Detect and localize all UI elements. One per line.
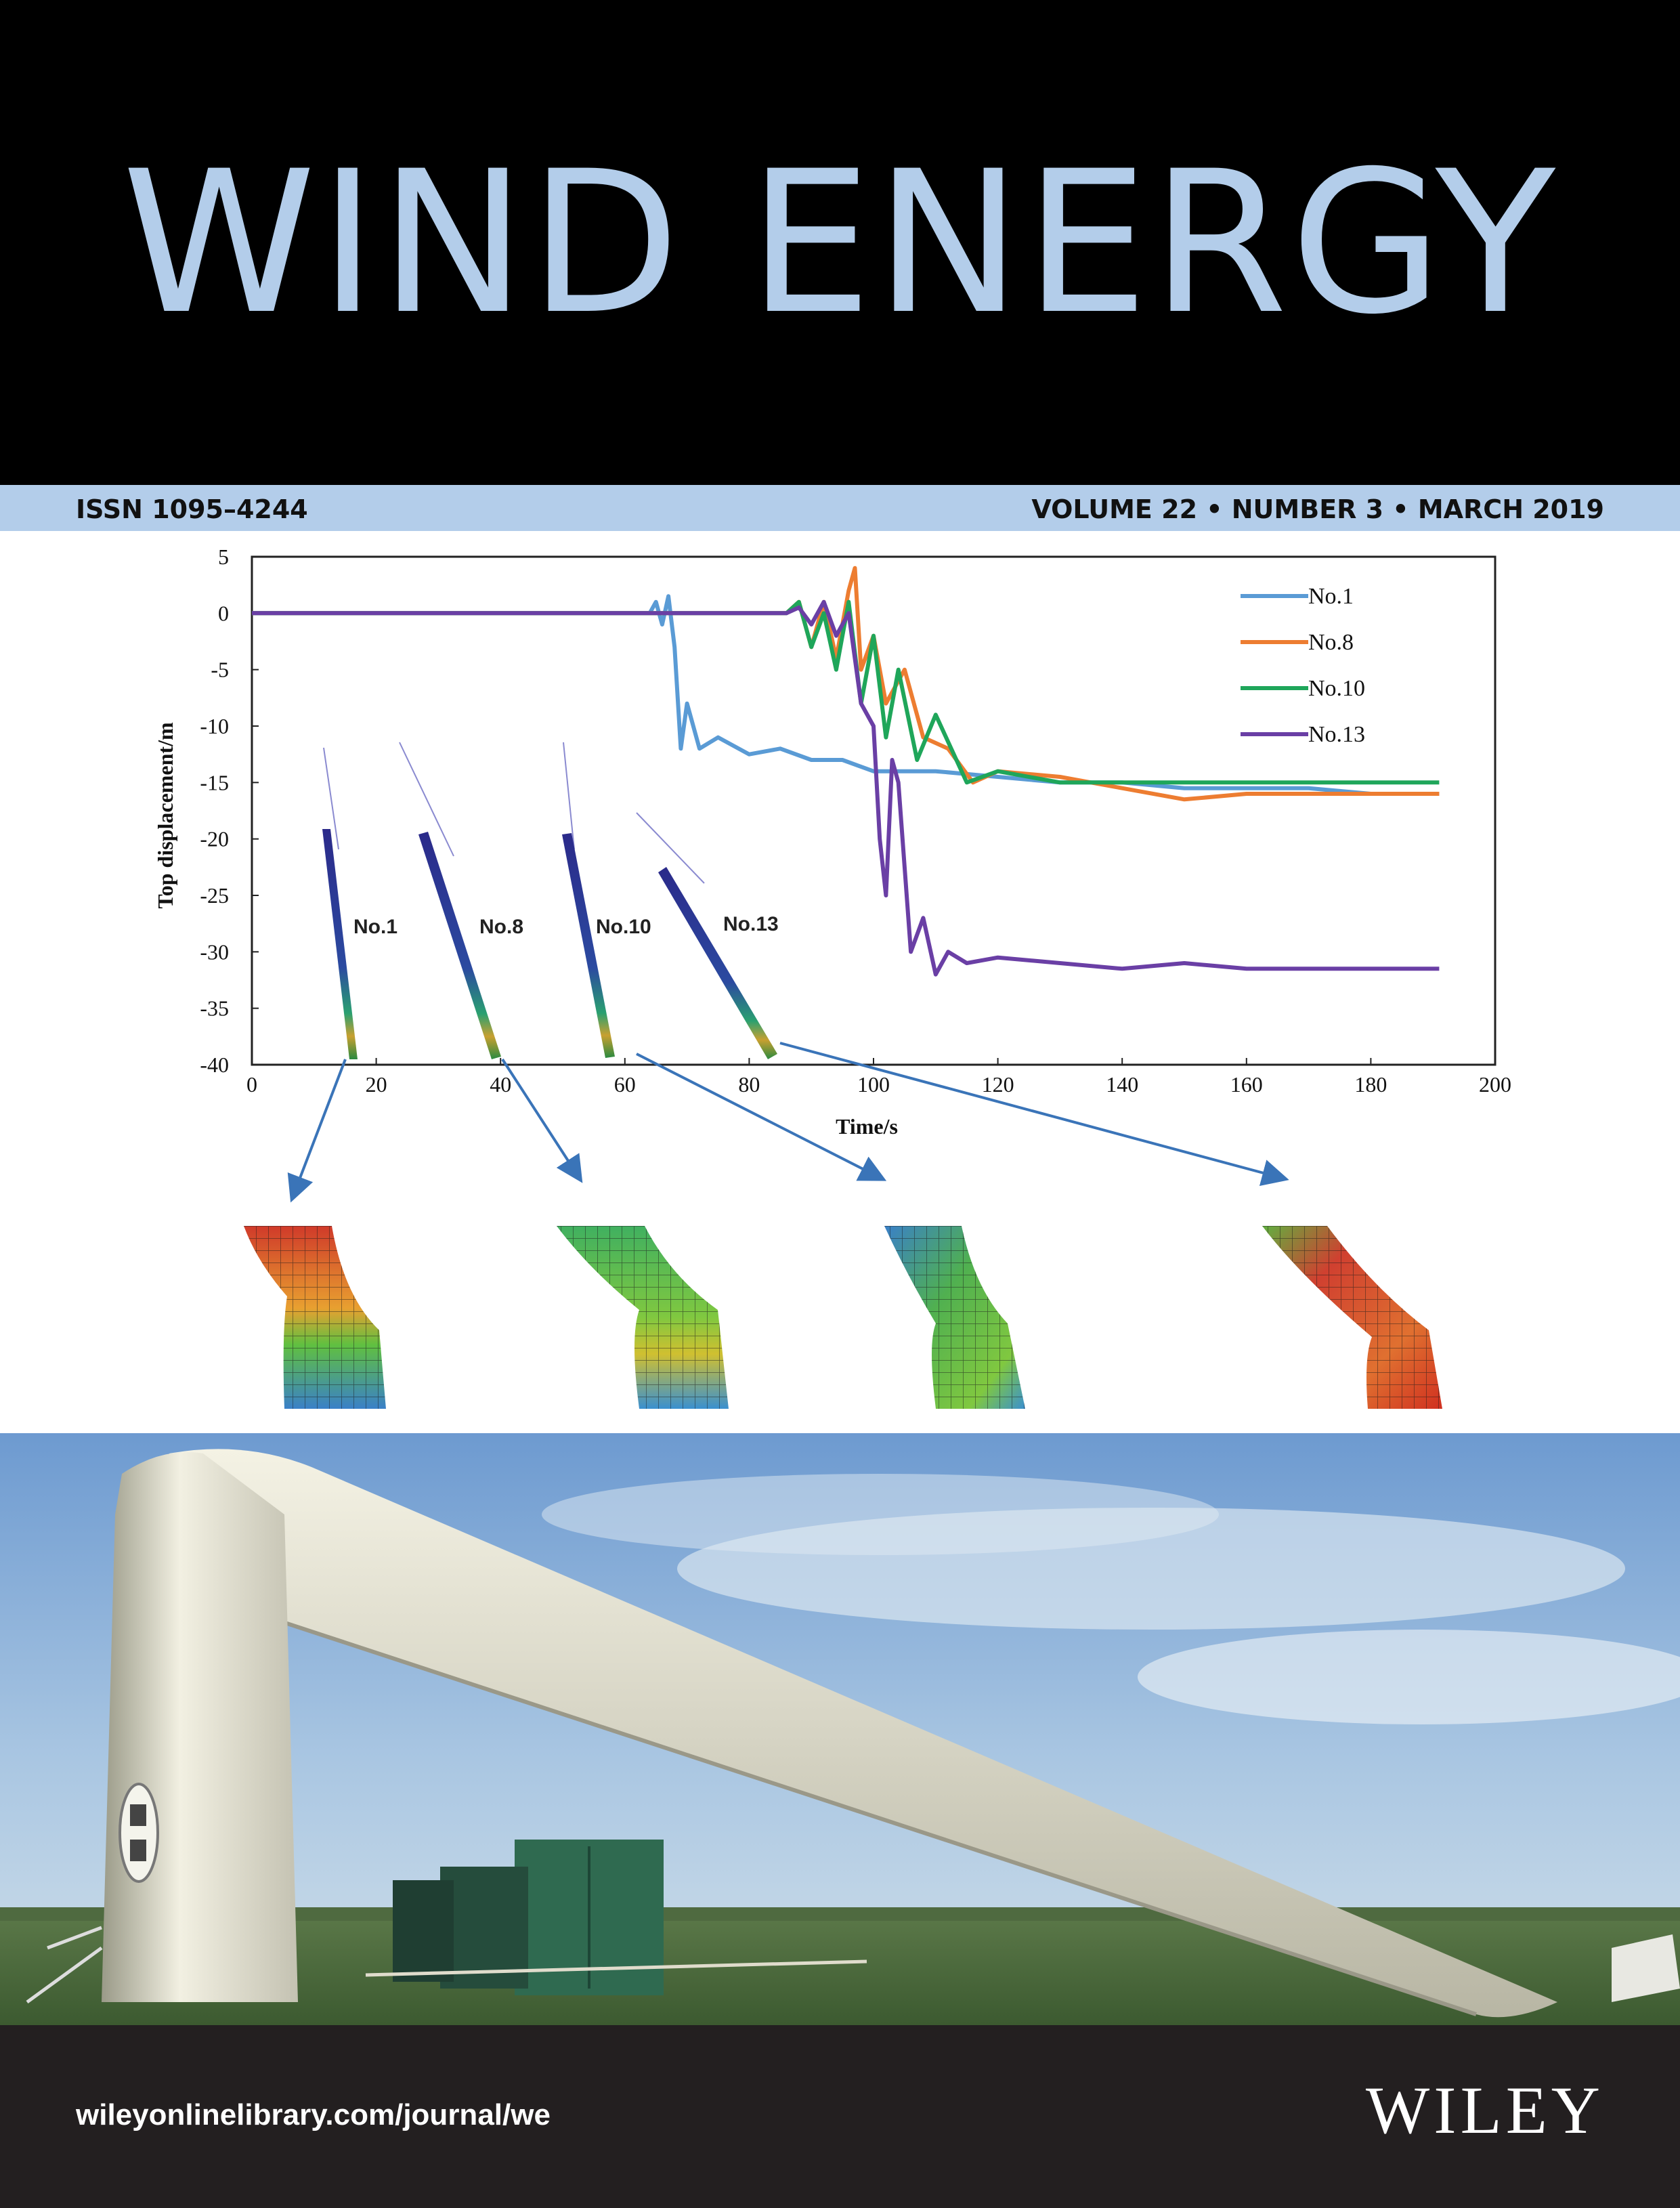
issn-label: ISSN 1095–4244 (76, 494, 308, 524)
issue-bar: ISSN 1095–4244 VOLUME 22 • NUMBER 3 • MA… (0, 485, 1680, 531)
x-tick-label: 160 (1230, 1072, 1263, 1097)
callout-arrow-no1 (287, 1059, 347, 1203)
y-tick-label: -30 (200, 939, 229, 964)
x-tick-label: 0 (246, 1072, 257, 1097)
tower-illustration-no1: No.1 (322, 747, 397, 1059)
tower-illustration-no8: No.8 (399, 742, 523, 1059)
x-tick-label: 20 (366, 1072, 387, 1097)
journal-title: WIND ENERGY (121, 129, 1558, 358)
y-tick-label: -40 (200, 1053, 229, 1077)
displacement-chart: 5 0 -5 -10 -15 -20 -25 -30 -35 -40 0 20 40 60 80 100 12… (153, 545, 1511, 1409)
buckling-detail-no1 (244, 1226, 386, 1409)
tower-label-no13: No.13 (723, 913, 779, 935)
tower-illustration-no13: No.13 (636, 812, 779, 1059)
x-tick-label: 200 (1479, 1072, 1511, 1097)
y-tick-label: -20 (200, 827, 229, 851)
tower-label-no10: No.10 (596, 916, 651, 938)
x-tick-label: 100 (857, 1072, 890, 1097)
x-axis-label: Time/s (836, 1114, 898, 1139)
publisher-logo: WILEY (1365, 2073, 1604, 2148)
y-tick-label: -15 (200, 770, 229, 794)
series-line-no8 (252, 566, 1440, 802)
chart-legend: No.1 No.8 No.10 No.13 (1241, 584, 1365, 747)
callout-arrow-no13 (779, 1042, 1289, 1187)
journal-url-link[interactable]: wileyonlinelibrary.com/journal/we (76, 2098, 551, 2132)
tower-label-no8: No.8 (479, 916, 523, 938)
cover-figure: 5 0 -5 -10 -15 -20 -25 -30 -35 -40 0 20 40 60 80 100 12… (0, 531, 1680, 1433)
series-line-no10 (252, 599, 1440, 785)
collapsed-turbine-photo (0, 1433, 1680, 2025)
y-tick-label: -5 (211, 658, 229, 682)
x-tick-label: 80 (738, 1072, 760, 1097)
x-tick-label: 140 (1106, 1072, 1138, 1097)
legend-label: No.10 (1308, 676, 1365, 701)
footer: wileyonlinelibrary.com/journal/we WILEY (0, 2025, 1680, 2208)
legend-label: No.1 (1308, 584, 1354, 609)
x-tick-label: 120 (982, 1072, 1014, 1097)
buckling-detail-no10 (884, 1226, 1025, 1409)
y-axis: 5 0 -5 -10 -15 -20 -25 -30 -35 -40 (200, 545, 259, 1077)
issue-info: VOLUME 22 • NUMBER 3 • MARCH 2019 (1031, 494, 1604, 524)
series-group (252, 566, 1440, 977)
y-tick-label: -25 (200, 883, 229, 908)
y-tick-label: 0 (218, 601, 229, 625)
legend-label: No.8 (1308, 630, 1354, 655)
legend-label: No.13 (1308, 722, 1365, 747)
buckling-detail-no13 (1262, 1226, 1442, 1409)
x-tick-label: 180 (1354, 1072, 1387, 1097)
x-tick-label: 60 (614, 1072, 636, 1097)
y-axis-label: Top displacement/m (153, 722, 177, 909)
tower-illustration-no10: No.10 (562, 742, 651, 1058)
y-tick-label: -35 (200, 996, 229, 1021)
masthead: WIND ENERGY (0, 0, 1680, 485)
callout-arrow-no8 (501, 1058, 583, 1183)
tower-label-no1: No.1 (353, 916, 397, 938)
y-tick-label: -10 (200, 714, 229, 738)
buckling-detail-no8 (557, 1226, 729, 1409)
y-tick-label: 5 (218, 545, 229, 569)
x-tick-label: 40 (490, 1072, 511, 1097)
